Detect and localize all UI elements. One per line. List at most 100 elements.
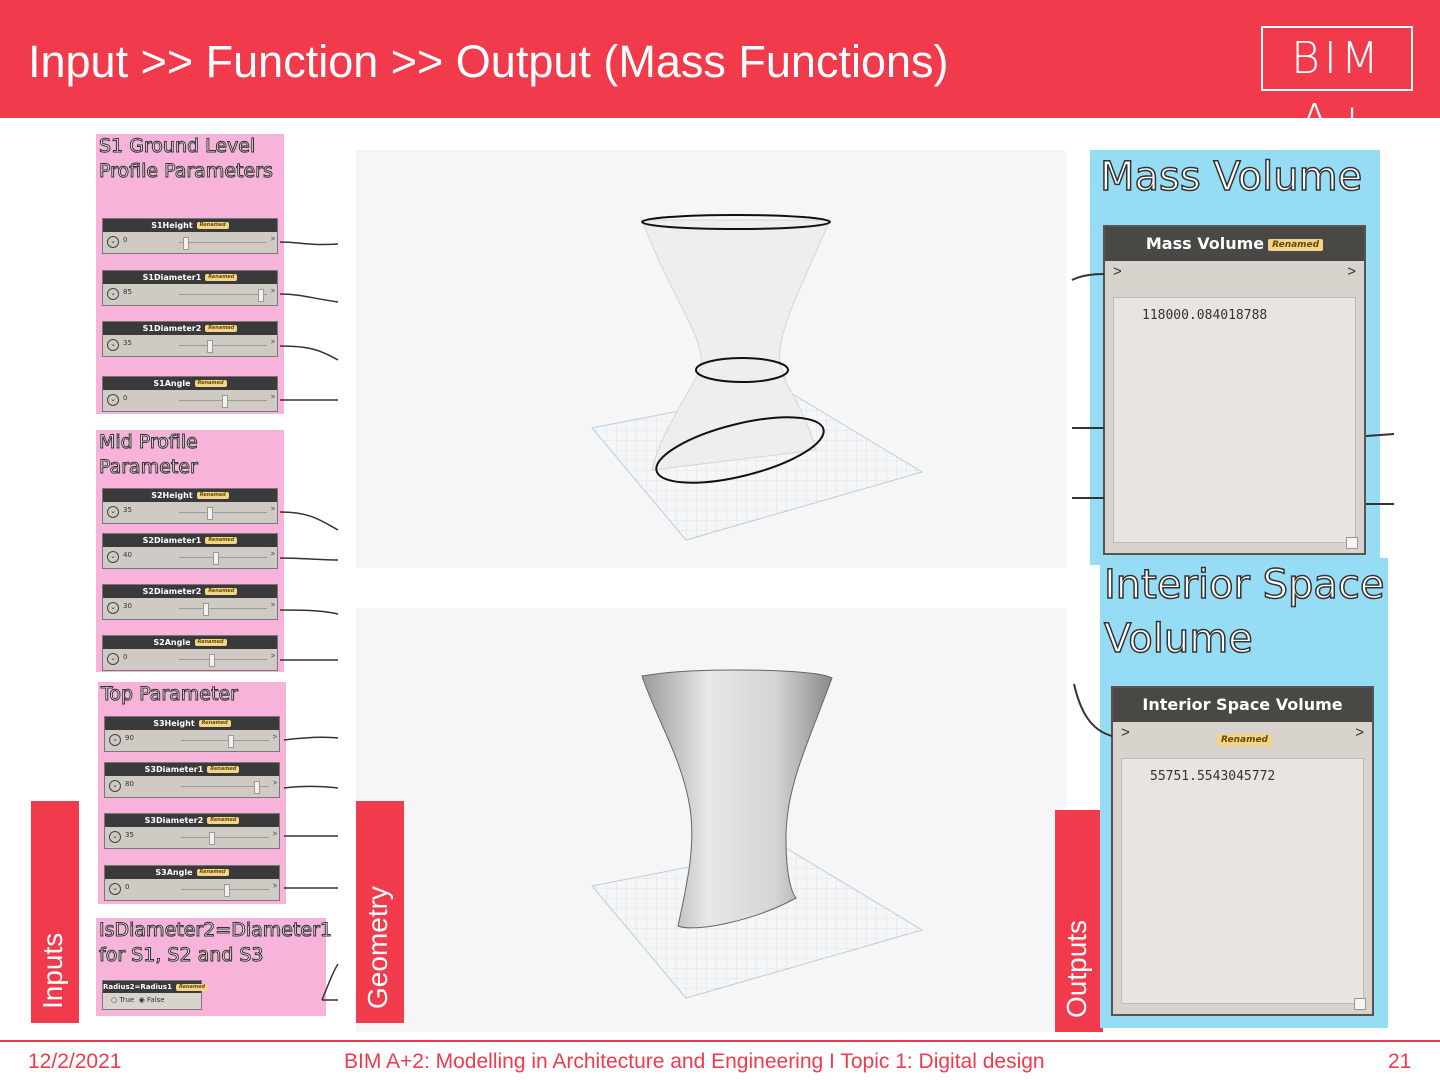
expand-chevron-icon[interactable]: ⌄ [107, 506, 119, 518]
node-name: S1Diameter2 [142, 324, 202, 333]
resize-handle[interactable] [1354, 998, 1366, 1010]
output-port[interactable]: > [271, 288, 275, 295]
slider-node-s1diameter2[interactable]: S1Diameter2 Renamed ⌄ 35 > [102, 321, 278, 357]
slider-node-s2height[interactable]: S2Height Renamed ⌄ 35 > [102, 488, 278, 524]
output-port[interactable]: > [271, 394, 275, 401]
node-name: S2Angle [153, 638, 191, 647]
output-port[interactable]: > [271, 236, 275, 243]
slider-thumb[interactable] [209, 832, 215, 845]
output-port[interactable]: > [273, 831, 277, 838]
slider-track[interactable] [181, 740, 269, 741]
slider-thumb[interactable] [207, 507, 213, 520]
interior-solid-preview [591, 669, 924, 999]
slider-value[interactable]: 0 [123, 236, 127, 244]
renamed-badge: Renamed [196, 492, 229, 499]
slider-node-s1diameter1[interactable]: S1Diameter1 Renamed ⌄ 85 > [102, 270, 278, 306]
slider-thumb[interactable] [213, 552, 219, 565]
slider-value[interactable]: 0 [125, 883, 129, 891]
slider-value[interactable]: 85 [123, 288, 132, 296]
slider-thumb[interactable] [222, 395, 228, 408]
node-header: S1Diameter1 Renamed [103, 271, 277, 284]
expand-chevron-icon[interactable]: ⌄ [109, 831, 121, 843]
radio-true[interactable]: ○ True [111, 996, 134, 1004]
slider-track[interactable] [181, 837, 269, 838]
output-port[interactable]: > [271, 506, 275, 513]
slider-node-s3diameter2[interactable]: S3Diameter2 Renamed ⌄ 35 > [104, 813, 280, 849]
geometry-preview-mass[interactable] [356, 150, 1066, 568]
group-title: Top Parameter [101, 683, 239, 706]
option-true-label: True [119, 996, 135, 1004]
slider-value[interactable]: 40 [123, 551, 132, 559]
slider-track[interactable] [179, 345, 267, 346]
slider-body: ⌄ 35 > [103, 502, 277, 523]
radio-false[interactable]: ◉ False [139, 996, 165, 1004]
slider-node-s2diameter2[interactable]: S2Diameter2 Renamed ⌄ 30 > [102, 584, 278, 620]
node-header: S3Diameter2 Renamed [105, 814, 279, 827]
boolean-options: ○ True ◉ False [103, 993, 201, 1004]
header-bar: Input >> Function >> Output (Mass Functi… [0, 0, 1440, 146]
node-name: S1Diameter1 [142, 273, 202, 282]
slider-value[interactable]: 90 [125, 734, 134, 742]
slider-track[interactable] [179, 242, 267, 243]
output-port[interactable]: > [273, 780, 277, 787]
expand-chevron-icon[interactable]: ⌄ [107, 288, 119, 300]
slider-node-s2diameter1[interactable]: S2Diameter1 Renamed ⌄ 40 > [102, 533, 278, 569]
geometry-preview-interior[interactable] [356, 608, 1066, 1032]
slider-value[interactable]: 30 [123, 602, 132, 610]
slider-node-s3diameter1[interactable]: S3Diameter1 Renamed ⌄ 80 > [104, 762, 280, 798]
slider-track[interactable] [179, 659, 267, 660]
slider-thumb[interactable] [254, 781, 260, 794]
output-port[interactable]: > [271, 551, 275, 558]
slider-value[interactable]: 35 [123, 339, 132, 347]
renamed-badge: Renamed [207, 766, 240, 773]
slider-track[interactable] [179, 557, 267, 558]
node-header: S3Diameter1 Renamed [105, 763, 279, 776]
slider-body: ⌄ 0 > [103, 649, 277, 670]
slider-value[interactable]: 0 [123, 394, 127, 402]
renamed-badge: Renamed [1268, 238, 1324, 251]
slider-track[interactable] [179, 294, 267, 295]
expand-chevron-icon[interactable]: ⌄ [109, 780, 121, 792]
slide-title: Input >> Function >> Output (Mass Functi… [28, 36, 949, 87]
slider-thumb[interactable] [207, 340, 213, 353]
expand-chevron-icon[interactable]: ⌄ [107, 653, 119, 665]
output-port[interactable]: > [271, 602, 275, 609]
slider-node-s1height[interactable]: S1Height Renamed ⌄ 0 > [102, 218, 278, 254]
expand-chevron-icon[interactable]: ⌄ [107, 236, 119, 248]
slider-node-s2angle[interactable]: S2Angle Renamed ⌄ 0 > [102, 635, 278, 671]
output-port[interactable]: > [271, 653, 275, 660]
slider-value[interactable]: 80 [125, 780, 134, 788]
expand-chevron-icon[interactable]: ⌄ [107, 602, 119, 614]
slider-thumb[interactable] [224, 884, 230, 897]
output-port[interactable]: > [273, 883, 277, 890]
interior-volume-value: 55751.5543045772 [1150, 769, 1276, 784]
expand-chevron-icon[interactable]: ⌄ [107, 551, 119, 563]
slider-body: ⌄ 80 > [105, 776, 279, 797]
outputs-label: Outputs [1061, 919, 1092, 1018]
slider-value[interactable]: 35 [125, 831, 134, 839]
node-header: S3Height Renamed [105, 717, 279, 730]
slider-value[interactable]: 35 [123, 506, 132, 514]
boolean-node[interactable]: Radius2=Radius1 Renamed ○ True ◉ False [102, 980, 209, 1010]
slider-value[interactable]: 0 [123, 653, 127, 661]
expand-chevron-icon[interactable]: ⌄ [109, 883, 121, 895]
node-header: S2Diameter2 Renamed [103, 585, 277, 598]
slider-thumb[interactable] [183, 237, 189, 250]
slider-thumb[interactable] [209, 654, 215, 667]
slider-node-s3angle[interactable]: S3Angle Renamed ⌄ 0 > [104, 865, 280, 901]
expand-chevron-icon[interactable]: ⌄ [107, 394, 119, 406]
slider-track[interactable] [179, 608, 267, 609]
output-port[interactable]: > [273, 734, 277, 741]
slider-node-s1angle[interactable]: S1Angle Renamed ⌄ 0 > [102, 376, 278, 412]
slider-thumb[interactable] [228, 735, 234, 748]
renamed-badge: Renamed [194, 639, 227, 646]
slider-track[interactable] [179, 512, 267, 513]
slider-node-s3height[interactable]: S3Height Renamed ⌄ 90 > [104, 716, 280, 752]
output-port[interactable]: > [271, 339, 275, 346]
slider-thumb[interactable] [203, 603, 209, 616]
node-name: S3Diameter1 [144, 765, 204, 774]
expand-chevron-icon[interactable]: ⌄ [109, 734, 121, 746]
expand-chevron-icon[interactable]: ⌄ [107, 339, 119, 351]
outputs-tab: Outputs [1055, 810, 1103, 1032]
slider-thumb[interactable] [258, 289, 264, 302]
